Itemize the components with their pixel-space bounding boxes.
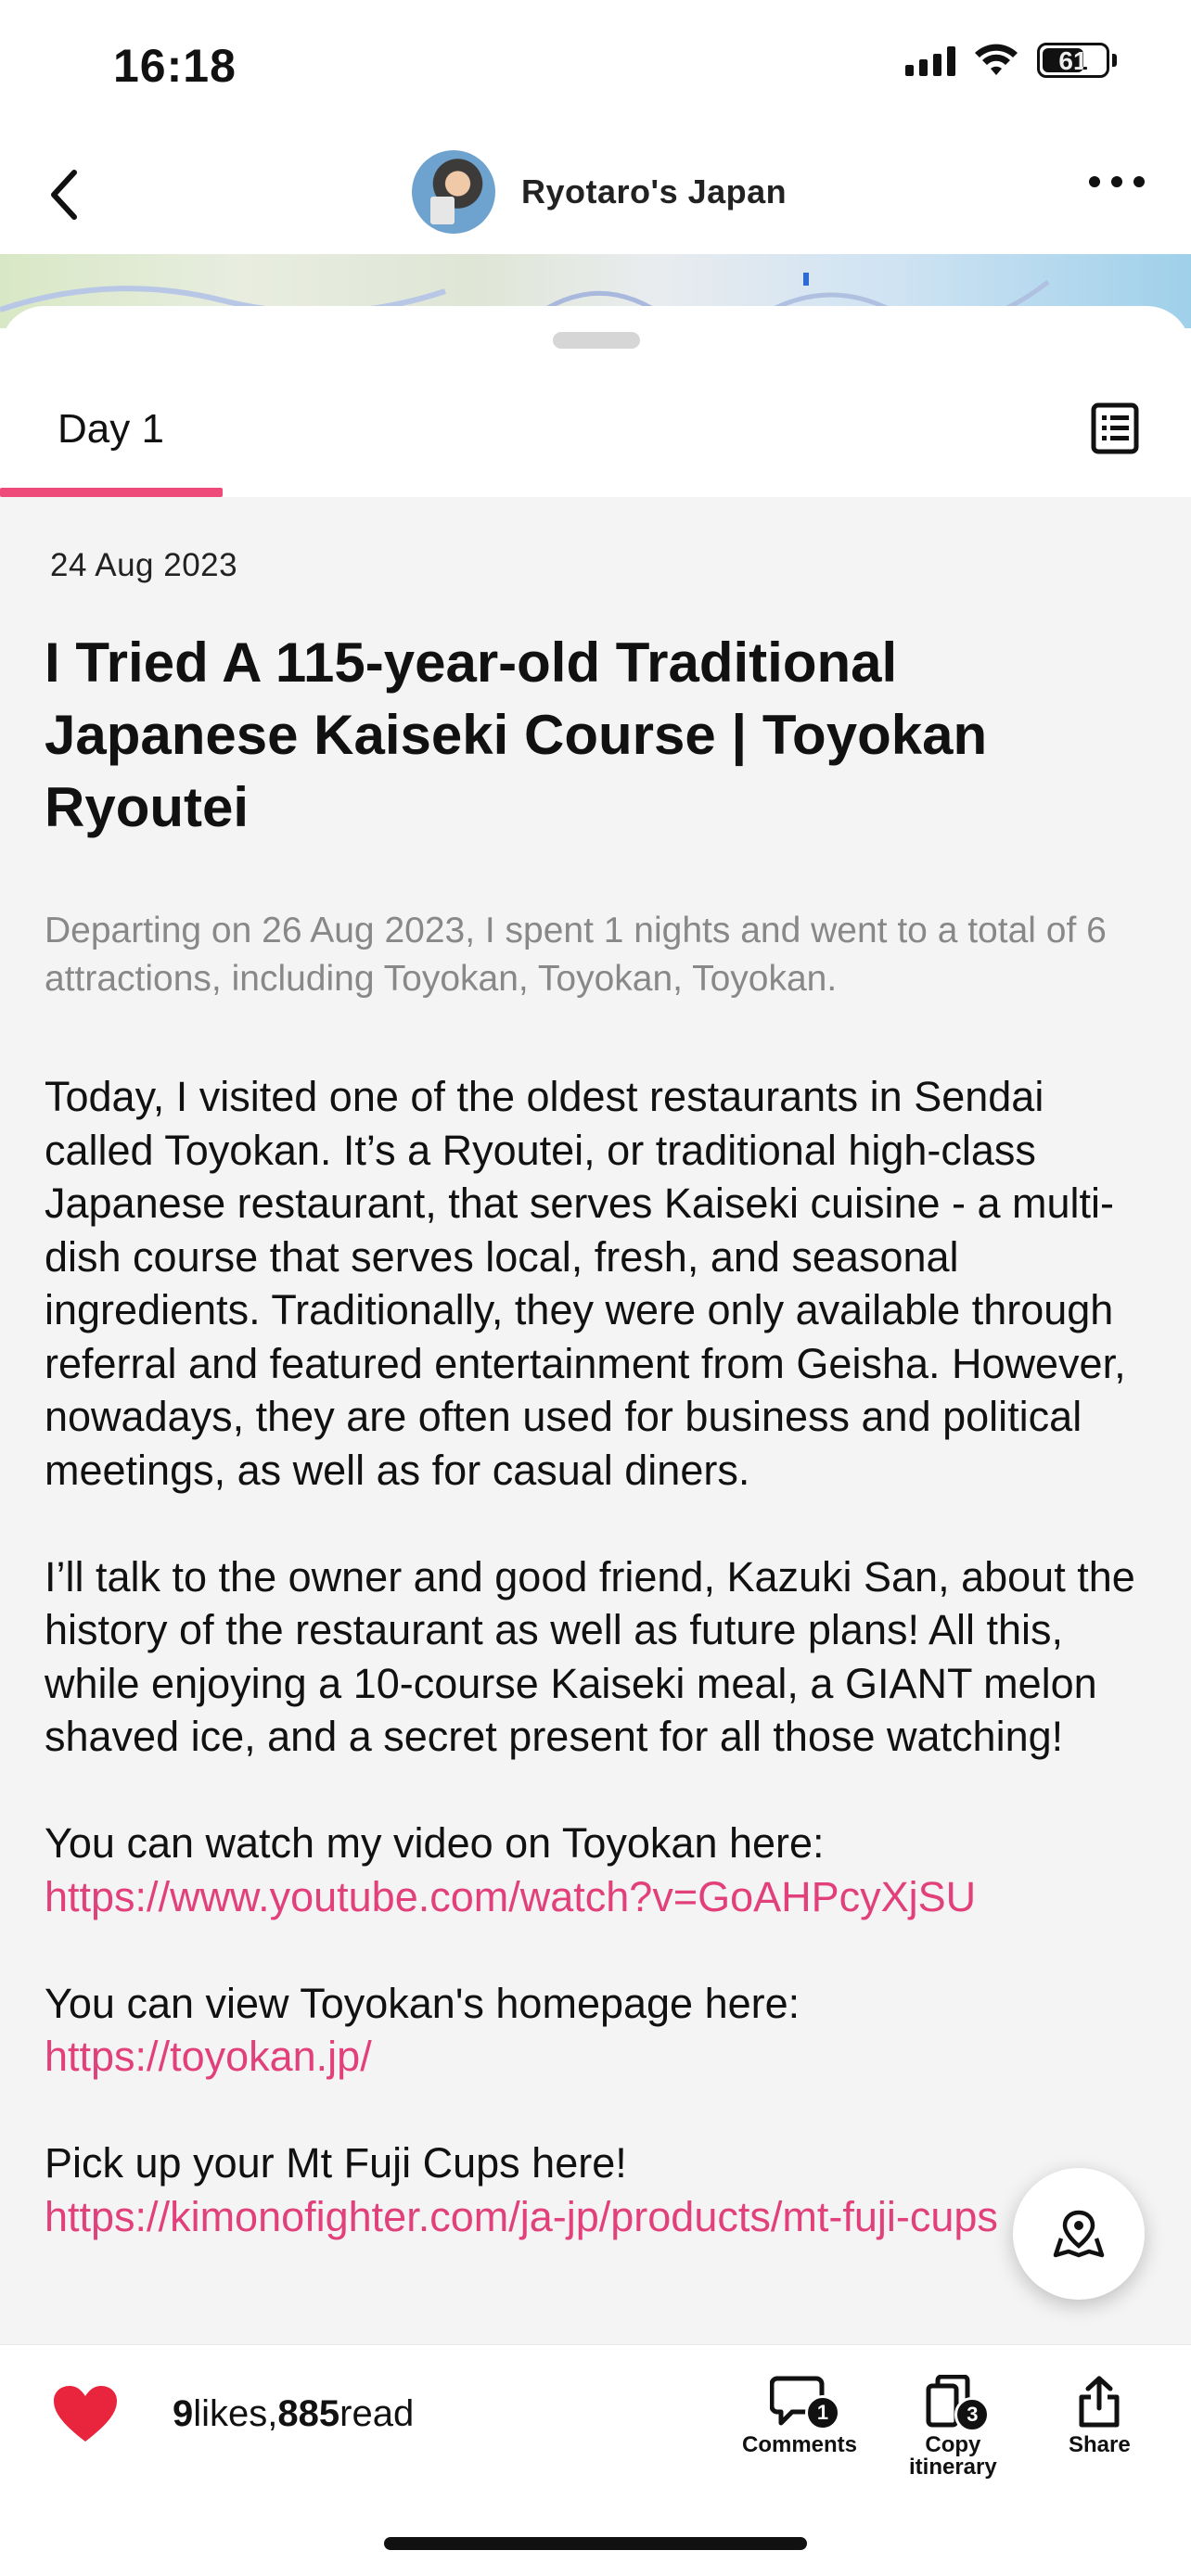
tab-day-label: Day 1	[58, 406, 164, 452]
reads-word: read	[339, 2393, 415, 2434]
comments-button[interactable]: 1 Comments	[742, 2375, 857, 2456]
post-title: I Tried A 115-year-old Traditional Japan…	[45, 631, 988, 838]
copy-itinerary-button[interactable]: 3 Copy itinerary	[909, 2374, 997, 2479]
more-icon	[1089, 176, 1100, 187]
home-indicator[interactable]	[384, 2537, 807, 2550]
day-tabs: Day 1	[0, 362, 1191, 497]
status-bar: 16:18 61	[0, 0, 1191, 139]
itinerary-sheet: Day 1 24 Aug 2023 I Tried A 115-year-old…	[0, 306, 1191, 2346]
wifi-icon	[975, 44, 1018, 75]
share-icon	[1079, 2376, 1120, 2428]
map-pin-icon	[1053, 2210, 1105, 2258]
battery-icon: 61	[1037, 43, 1109, 78]
status-time: 16:18	[113, 40, 237, 92]
share-button[interactable]: Share	[1069, 2375, 1131, 2456]
link-block: You can watch my video on Toyokan here: …	[45, 1817, 1158, 1923]
copy-label-line2: itinerary	[909, 2455, 997, 2480]
link-intro: You can view Toyokan's homepage here:	[45, 1979, 800, 2027]
trip-summary: Departing on 26 Aug 2023, I spent 1 nigh…	[45, 911, 1107, 999]
shop-link[interactable]: https://kimonofighter.com/ja-jp/products…	[45, 2193, 998, 2240]
list-icon	[1091, 402, 1139, 454]
battery-percent: 61	[1058, 46, 1088, 75]
sheet-grabber[interactable]	[553, 332, 640, 349]
body-paragraph: Today, I visited one of the oldest resta…	[45, 1073, 1126, 1494]
itinerary-list-button[interactable]	[1091, 402, 1139, 454]
comments-badge: 1	[805, 2395, 841, 2430]
likes-word: likes,	[193, 2393, 278, 2434]
link-intro: Pick up your Mt Fuji Cups here!	[45, 2139, 627, 2187]
tab-day-1[interactable]: Day 1	[0, 362, 223, 497]
link-block: Pick up your Mt Fuji Cups here! https://…	[45, 2136, 1158, 2243]
body-paragraph: I’ll talk to the owner and good friend, …	[45, 1552, 1135, 1761]
homepage-link[interactable]: https://toyokan.jp/	[45, 2033, 372, 2080]
engagement-stats: 9likes,885read	[173, 2393, 414, 2435]
status-icons: 61	[905, 43, 1117, 78]
post-content: 24 Aug 2023 I Tried A 115-year-old Tradi…	[0, 497, 1191, 2346]
heart-icon	[54, 2386, 117, 2442]
author-profile[interactable]: Ryotaro's Japan	[412, 150, 787, 234]
back-button[interactable]	[26, 158, 100, 232]
open-map-button[interactable]	[1013, 2168, 1145, 2300]
link-block: You can view Toyokan's homepage here: ht…	[45, 1977, 1158, 2084]
avatar	[412, 150, 495, 234]
cellular-signal-icon	[905, 45, 955, 76]
link-intro: You can watch my video on Toyokan here:	[45, 1819, 825, 1867]
copy-badge: 3	[954, 2397, 991, 2432]
copy-label-line1: Copy	[925, 2432, 981, 2457]
comments-label: Comments	[742, 2432, 858, 2457]
like-button[interactable]	[52, 2384, 119, 2445]
post-date: 24 Aug 2023	[50, 547, 238, 583]
post-body: Today, I visited one of the oldest resta…	[45, 1070, 1158, 2297]
reads-count: 885	[277, 2393, 340, 2434]
author-name: Ryotaro's Japan	[521, 172, 788, 210]
more-options-button[interactable]	[1089, 176, 1145, 187]
likes-count: 9	[173, 2393, 194, 2434]
back-chevron-icon	[51, 170, 77, 220]
copy-label: Copy itinerary	[909, 2434, 997, 2479]
nav-header: Ryotaro's Japan	[0, 139, 1191, 254]
youtube-link[interactable]: https://www.youtube.com/watch?v=GoAHPcyX…	[45, 1873, 976, 1920]
share-label: Share	[1069, 2432, 1131, 2457]
tab-active-indicator	[0, 488, 223, 497]
